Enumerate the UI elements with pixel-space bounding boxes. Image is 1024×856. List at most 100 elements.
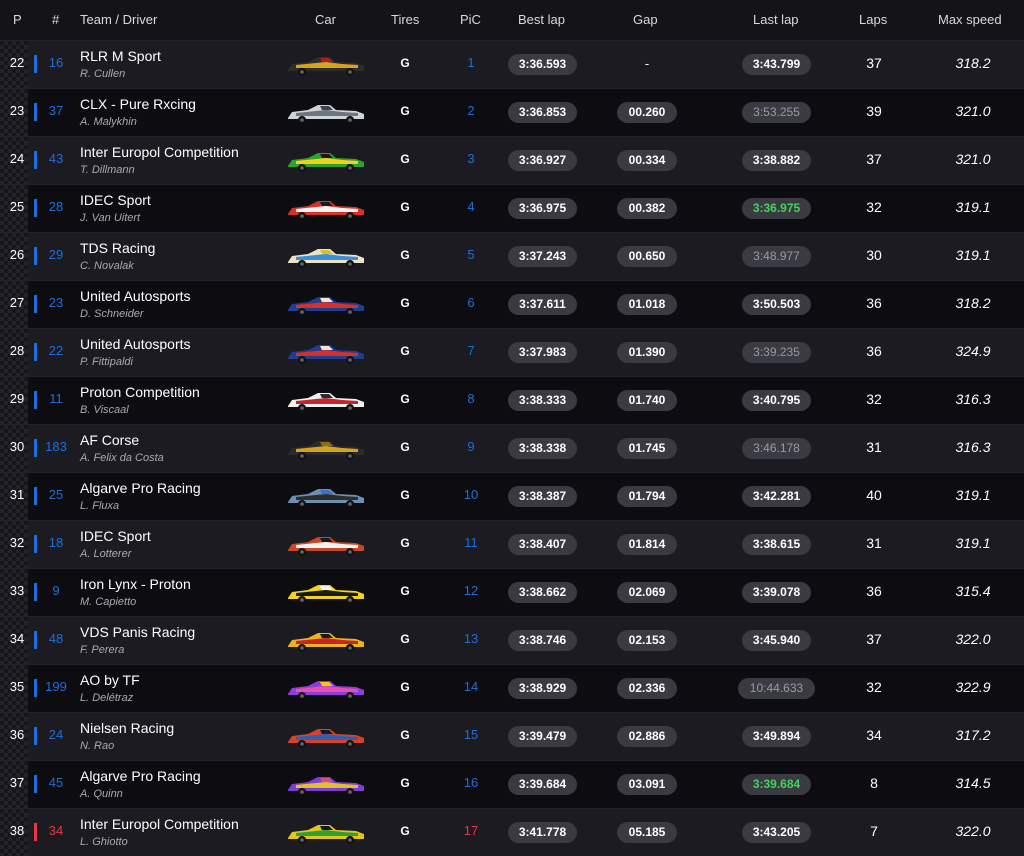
gap-value: 01.740 <box>617 390 677 411</box>
last-lap-time: 3:46.178 <box>742 438 811 459</box>
class-color-bar <box>34 151 37 169</box>
table-row[interactable]: 31 25 Algarve Pro Racing L. Fluxa G 10 3… <box>0 472 1024 520</box>
laps-count: 32 <box>866 199 882 215</box>
team-name[interactable]: IDEC Sport <box>80 192 151 208</box>
driver-name[interactable]: L. Fluxa <box>80 500 119 512</box>
driver-name[interactable]: D. Schneider <box>80 308 144 320</box>
max-speed: 317.2 <box>955 727 991 743</box>
team-name[interactable]: Inter Europol Competition <box>80 816 239 832</box>
header-max-speed[interactable]: Max speed <box>938 12 1002 27</box>
driver-name[interactable]: A. Quinn <box>80 788 123 800</box>
team-name[interactable]: CLX - Pure Rxcing <box>80 96 196 112</box>
driver-name[interactable]: A. Lotterer <box>80 548 131 560</box>
class-color-bar <box>34 55 37 73</box>
header-last-lap[interactable]: Last lap <box>753 12 799 27</box>
laps-count: 40 <box>866 487 882 503</box>
team-name[interactable]: United Autosports <box>80 288 191 304</box>
table-row[interactable]: 33 9 Iron Lynx - Proton M. Capietto G 12… <box>0 568 1024 616</box>
table-row[interactable]: 23 37 CLX - Pure Rxcing A. Malykhin G 2 … <box>0 88 1024 136</box>
tire-compound: G <box>400 344 410 358</box>
gap-value: 01.814 <box>617 534 677 555</box>
team-name[interactable]: IDEC Sport <box>80 528 151 544</box>
best-lap-time: 3:37.983 <box>508 342 577 363</box>
team-name[interactable]: AO by TF <box>80 672 140 688</box>
table-row[interactable]: 25 28 IDEC Sport J. Van Uitert G 4 3:36.… <box>0 184 1024 232</box>
driver-name[interactable]: N. Rao <box>80 740 114 752</box>
car-number: 28 <box>48 199 64 214</box>
max-speed: 319.1 <box>955 535 991 551</box>
laps-count: 31 <box>866 439 882 455</box>
header-team-driver[interactable]: Team / Driver <box>80 12 157 27</box>
header-number[interactable]: # <box>52 12 59 27</box>
laps-count: 32 <box>866 679 882 695</box>
position: 26 <box>9 247 25 262</box>
laps-count: 36 <box>866 583 882 599</box>
car-number: 22 <box>48 343 64 358</box>
table-row[interactable]: 22 16 RLR M Sport R. Cullen G 1 3:36.593… <box>0 40 1024 88</box>
tire-compound: G <box>400 200 410 214</box>
position-in-class: 4 <box>467 199 475 214</box>
driver-name[interactable]: L. Delétraz <box>80 692 133 704</box>
driver-name[interactable]: A. Malykhin <box>80 116 137 128</box>
team-name[interactable]: Algarve Pro Racing <box>80 768 201 784</box>
team-name[interactable]: VDS Panis Racing <box>80 624 195 640</box>
driver-name[interactable]: A. Felix da Costa <box>80 452 164 464</box>
car-number: 43 <box>48 151 64 166</box>
table-row[interactable]: 32 18 IDEC Sport A. Lotterer G 11 3:38.4… <box>0 520 1024 568</box>
table-row[interactable]: 24 43 Inter Europol Competition T. Dillm… <box>0 136 1024 184</box>
team-name[interactable]: Nielsen Racing <box>80 720 174 736</box>
gap-value: 01.018 <box>617 294 677 315</box>
car-icon <box>288 393 364 412</box>
header-laps[interactable]: Laps <box>859 12 887 27</box>
car-number: 23 <box>48 295 64 310</box>
table-row[interactable]: 30 183 AF Corse A. Felix da Costa G 9 3:… <box>0 424 1024 472</box>
header-position[interactable]: P <box>13 12 22 27</box>
table-row[interactable]: 36 24 Nielsen Racing N. Rao G 15 3:39.47… <box>0 712 1024 760</box>
best-lap-time: 3:38.387 <box>508 486 577 507</box>
car-icon <box>288 585 364 604</box>
table-row[interactable]: 26 29 TDS Racing C. Novalak G 5 3:37.243… <box>0 232 1024 280</box>
driver-name[interactable]: F. Perera <box>80 644 124 656</box>
driver-name[interactable]: P. Fittipaldi <box>80 356 133 368</box>
driver-name[interactable]: J. Van Uitert <box>80 212 140 224</box>
header-gap[interactable]: Gap <box>633 12 658 27</box>
max-speed: 321.0 <box>955 103 991 119</box>
driver-name[interactable]: R. Cullen <box>80 68 125 80</box>
best-lap-time: 3:38.746 <box>508 630 577 651</box>
team-name[interactable]: AF Corse <box>80 432 139 448</box>
header-pic[interactable]: PiC <box>460 12 481 27</box>
driver-name[interactable]: M. Capietto <box>80 596 136 608</box>
table-row[interactable]: 27 23 United Autosports D. Schneider G 6… <box>0 280 1024 328</box>
driver-name[interactable]: T. Dillmann <box>80 164 135 176</box>
tire-compound: G <box>400 248 410 262</box>
table-row[interactable]: 34 48 VDS Panis Racing F. Perera G 13 3:… <box>0 616 1024 664</box>
gap-value: 02.069 <box>617 582 677 603</box>
team-name[interactable]: Inter Europol Competition <box>80 144 239 160</box>
table-row[interactable]: 35 199 AO by TF L. Delétraz G 14 3:38.92… <box>0 664 1024 712</box>
team-name[interactable]: Algarve Pro Racing <box>80 480 201 496</box>
max-speed: 314.5 <box>955 775 991 791</box>
tire-compound: G <box>400 104 410 118</box>
team-name[interactable]: Proton Competition <box>80 384 200 400</box>
max-speed: 318.2 <box>955 295 991 311</box>
table-row[interactable]: 28 22 United Autosports P. Fittipaldi G … <box>0 328 1024 376</box>
gap-value: 02.153 <box>617 630 677 651</box>
header-best-lap[interactable]: Best lap <box>518 12 565 27</box>
driver-name[interactable]: C. Novalak <box>80 260 134 272</box>
table-row[interactable]: 38 34 Inter Europol Competition L. Ghiot… <box>0 808 1024 856</box>
team-name[interactable]: RLR M Sport <box>80 48 161 64</box>
position-in-class: 13 <box>463 631 479 646</box>
gap-value: 01.390 <box>617 342 677 363</box>
driver-name[interactable]: L. Ghiotto <box>80 836 128 848</box>
header-tires[interactable]: Tires <box>391 12 419 27</box>
team-name[interactable]: TDS Racing <box>80 240 155 256</box>
header-car[interactable]: Car <box>315 12 336 27</box>
driver-name[interactable]: B. Viscaal <box>80 404 129 416</box>
position: 28 <box>9 343 25 358</box>
team-name[interactable]: United Autosports <box>80 336 191 352</box>
tire-compound: G <box>400 392 410 406</box>
best-lap-time: 3:39.479 <box>508 726 577 747</box>
table-row[interactable]: 29 11 Proton Competition B. Viscaal G 8 … <box>0 376 1024 424</box>
table-row[interactable]: 37 45 Algarve Pro Racing A. Quinn G 16 3… <box>0 760 1024 808</box>
team-name[interactable]: Iron Lynx - Proton <box>80 576 191 592</box>
